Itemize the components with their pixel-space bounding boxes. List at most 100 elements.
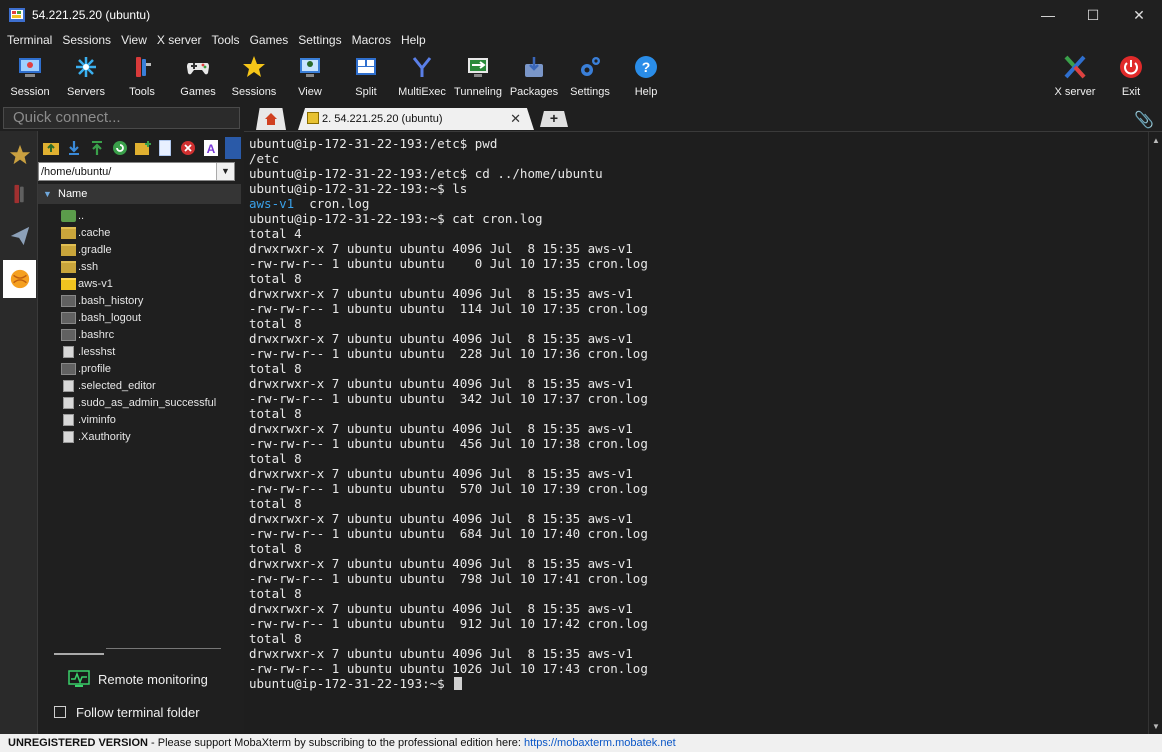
file-list-item[interactable]: .lesshst xyxy=(38,343,241,360)
menu-xserver[interactable]: X server xyxy=(152,30,207,50)
file-list-item[interactable]: .. xyxy=(38,207,241,224)
terminal-line-text: drwxrwxr-x 7 ubuntu ubuntu 4096 Jul 8 15… xyxy=(249,511,633,526)
file-list-item[interactable]: .bash_history xyxy=(38,292,241,309)
file-list-item[interactable]: aws-v1 xyxy=(38,275,241,292)
terminal-output[interactable]: ubuntu@ip-172-31-22-193:/etc$ pwd/etc ubu… xyxy=(249,136,1139,691)
tools-button[interactable]: Tools xyxy=(114,52,170,102)
delete-icon[interactable] xyxy=(179,139,197,157)
menu-sessions[interactable]: Sessions xyxy=(57,30,116,50)
scroll-down-icon[interactable]: ▼ xyxy=(1152,722,1160,731)
quick-connect-input[interactable]: Quick connect... xyxy=(3,107,240,129)
servers-button[interactable]: Servers xyxy=(58,52,114,102)
file-icon xyxy=(63,413,74,426)
terminal-line: total 8 xyxy=(249,361,1139,376)
new-folder-icon[interactable] xyxy=(134,139,152,157)
home-tab[interactable] xyxy=(256,108,286,130)
tunneling-icon xyxy=(465,54,491,80)
rename-icon[interactable]: A xyxy=(202,139,220,157)
file-list-item[interactable]: .cache xyxy=(38,224,241,241)
mobatek-link[interactable]: https://mobaxterm.mobatek.net xyxy=(524,737,676,749)
sidebar-sftp-tab[interactable] xyxy=(3,260,36,298)
terminal-line: total 8 xyxy=(249,451,1139,466)
minimize-button[interactable]: — xyxy=(1025,0,1071,30)
gear-icon xyxy=(577,54,603,80)
file-list-item[interactable]: .bash_logout xyxy=(38,309,241,326)
follow-terminal-folder-checkbox[interactable]: Follow terminal folder xyxy=(54,702,239,722)
file-icon xyxy=(63,345,74,358)
file-list-item[interactable]: .sudo_as_admin_successful xyxy=(38,394,241,411)
path-field[interactable]: /home/ubuntu/ ▼ xyxy=(38,162,235,181)
close-tab-icon[interactable]: ✕ xyxy=(510,111,521,127)
terminal-line-text: ubuntu@ip-172-31-22-193:~$ xyxy=(249,676,453,691)
terminal-line-text: total 8 xyxy=(249,271,302,286)
help-button[interactable]: ? Help xyxy=(618,52,674,102)
refresh-icon[interactable] xyxy=(111,139,129,157)
terminal-line-text: drwxrwxr-x 7 ubuntu ubuntu 4096 Jul 8 15… xyxy=(249,241,633,256)
terminal-line-text: ubuntu@ip-172-31-22-193:/etc$ pwd xyxy=(249,136,498,151)
name-column-header[interactable]: ▼ Name xyxy=(38,184,241,204)
chevron-down-icon[interactable]: ▼ xyxy=(216,163,234,180)
file-list-item[interactable]: .ssh xyxy=(38,258,241,275)
session-button[interactable]: Session xyxy=(2,52,58,102)
sessions-button[interactable]: Sessions xyxy=(226,52,282,102)
new-tab-button[interactable]: + xyxy=(540,111,568,127)
session-tab[interactable]: 2. 54.221.25.20 (ubuntu) ✕ xyxy=(298,108,534,130)
view-button[interactable]: View xyxy=(282,52,338,102)
tools-label: Tools xyxy=(129,86,155,98)
download-icon[interactable] xyxy=(65,139,83,157)
terminal-line-text: total 8 xyxy=(249,496,302,511)
menu-tools[interactable]: Tools xyxy=(207,30,245,50)
terminal-pane[interactable]: ubuntu@ip-172-31-22-193:/etc$ pwd/etc ubu… xyxy=(244,131,1162,735)
send-icon xyxy=(10,226,29,246)
checkbox[interactable] xyxy=(54,706,66,718)
file-list-item[interactable]: .profile xyxy=(38,360,241,377)
file-list-item[interactable]: .viminfo xyxy=(38,411,241,428)
file-list-item[interactable]: .Xauthority xyxy=(38,428,241,445)
scroll-up-icon[interactable]: ▲ xyxy=(1152,136,1160,145)
terminal-line-text: drwxrwxr-x 7 ubuntu ubuntu 4096 Jul 8 15… xyxy=(249,331,633,346)
terminal-line: drwxrwxr-x 7 ubuntu ubuntu 4096 Jul 8 15… xyxy=(249,466,1139,481)
paperclip-icon[interactable]: 📎 xyxy=(1134,110,1154,130)
more-tools-icon[interactable] xyxy=(225,137,242,159)
terminal-scrollbar[interactable]: ▲ ▼ xyxy=(1148,132,1162,735)
menu-terminal[interactable]: Terminal xyxy=(2,30,57,50)
menu-help[interactable]: Help xyxy=(396,30,431,50)
terminal-line-text: drwxrwxr-x 7 ubuntu ubuntu 4096 Jul 8 15… xyxy=(249,646,633,661)
maximize-button[interactable]: ☐ xyxy=(1070,0,1116,30)
split-icon xyxy=(353,54,379,80)
menu-view[interactable]: View xyxy=(116,30,152,50)
file-list-item[interactable]: .bashrc xyxy=(38,326,241,343)
sidebar-macros-tab[interactable] xyxy=(3,217,36,255)
xserver-button[interactable]: X server xyxy=(1047,52,1103,102)
remote-monitoring-button[interactable]: Remote monitoring xyxy=(68,668,238,690)
file-list-item[interactable]: .gradle xyxy=(38,241,241,258)
terminal-line-text: ubuntu@ip-172-31-22-193:~$ cat cron.log xyxy=(249,211,543,226)
games-button[interactable]: Games xyxy=(170,52,226,102)
packages-button[interactable]: Packages xyxy=(506,52,562,102)
terminal-line: drwxrwxr-x 7 ubuntu ubuntu 4096 Jul 8 15… xyxy=(249,331,1139,346)
file-name: .Xauthority xyxy=(78,430,131,443)
parent-folder-icon[interactable] xyxy=(42,139,60,157)
upload-icon[interactable] xyxy=(88,139,106,157)
tunneling-button[interactable]: Tunneling xyxy=(450,52,506,102)
file-icon xyxy=(61,328,76,341)
terminal-line: drwxrwxr-x 7 ubuntu ubuntu 4096 Jul 8 15… xyxy=(249,601,1139,616)
sidebar-tools-tab[interactable] xyxy=(3,175,36,213)
menu-games[interactable]: Games xyxy=(245,30,294,50)
view-label: View xyxy=(298,86,322,98)
settings-button[interactable]: Settings xyxy=(562,52,618,102)
new-file-icon[interactable] xyxy=(156,139,174,157)
multiexec-button[interactable]: MultiExec xyxy=(394,52,450,102)
terminal-line-text: -rw-rw-r-- 1 ubuntu ubuntu 798 Jul 10 17… xyxy=(249,571,648,586)
menu-settings[interactable]: Settings xyxy=(293,30,346,50)
sidebar-sessions-tab[interactable] xyxy=(3,136,36,174)
menu-macros[interactable]: Macros xyxy=(347,30,396,50)
terminal-line: drwxrwxr-x 7 ubuntu ubuntu 4096 Jul 8 15… xyxy=(249,421,1139,436)
title-bar: 54.221.25.20 (ubuntu) — ☐ ✕ xyxy=(0,0,1162,30)
exit-button[interactable]: Exit xyxy=(1103,52,1159,102)
terminal-line: drwxrwxr-x 7 ubuntu ubuntu 4096 Jul 8 15… xyxy=(249,241,1139,256)
file-list-item[interactable]: .selected_editor xyxy=(38,377,241,394)
close-window-button[interactable]: ✕ xyxy=(1116,0,1162,30)
split-button[interactable]: Split xyxy=(338,52,394,102)
terminal-line: /etc xyxy=(249,151,1139,166)
